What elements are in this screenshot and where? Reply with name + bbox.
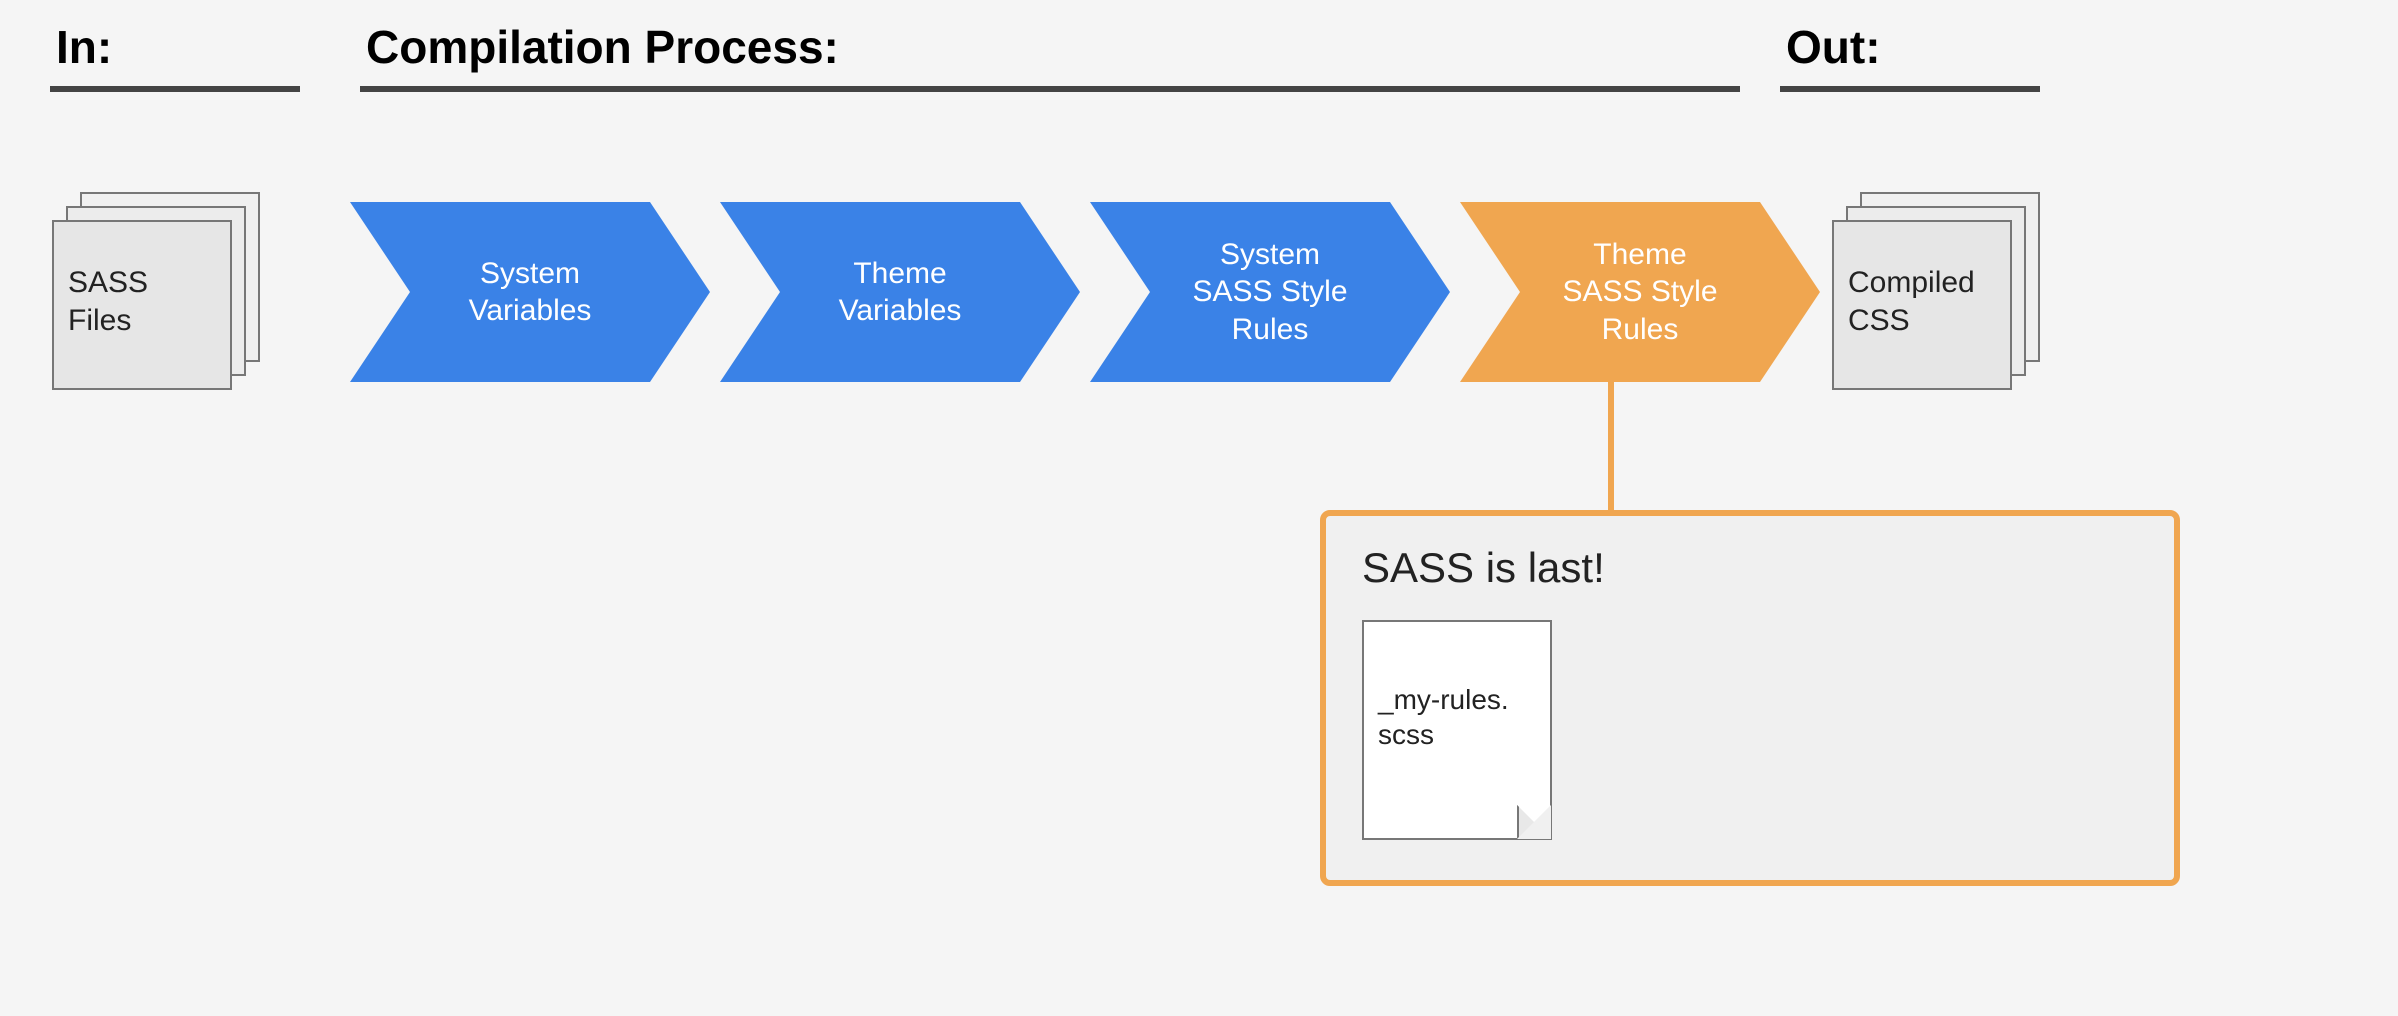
- callout-connector: [1608, 382, 1614, 512]
- file-icon: SASSFiles: [52, 220, 232, 390]
- callout-title: SASS is last!: [1362, 544, 2138, 592]
- header-out-rule: [1780, 86, 2040, 92]
- step-system-variables: SystemVariables: [350, 202, 710, 382]
- header-out-label: Out:: [1780, 20, 2040, 74]
- input-file-stack-icon: SASSFiles: [50, 192, 250, 382]
- step-label: ThemeVariables: [839, 255, 962, 330]
- header-process-label: Compilation Process:: [360, 20, 1740, 74]
- header-in-rule: [50, 86, 300, 92]
- flow-row: SASSFiles SystemVariables ThemeVariables…: [40, 192, 2358, 392]
- page-fold-icon: [1517, 805, 1551, 839]
- header-out: Out:: [1780, 20, 2040, 92]
- document-label: _my-rules.scss: [1378, 682, 1509, 752]
- step-system-sass-rules: SystemSASS StyleRules: [1090, 202, 1450, 382]
- step-label: SystemVariables: [469, 255, 592, 330]
- header-in: In:: [50, 20, 300, 92]
- section-headers: In: Compilation Process: Out:: [50, 20, 2358, 92]
- header-process-rule: [360, 86, 1740, 92]
- document-icon: _my-rules.scss: [1362, 620, 1552, 840]
- header-process: Compilation Process:: [360, 20, 1740, 92]
- header-in-label: In:: [50, 20, 300, 74]
- diagram-root: In: Compilation Process: Out: SASSFiles …: [0, 0, 2398, 1016]
- output-file-label: CompiledCSS: [1848, 264, 1975, 339]
- step-label: ThemeSASS StyleRules: [1562, 236, 1717, 349]
- input-file-label: SASSFiles: [68, 264, 148, 339]
- output-file-stack-icon: CompiledCSS: [1830, 192, 2030, 382]
- step-theme-variables: ThemeVariables: [720, 202, 1080, 382]
- step-label: SystemSASS StyleRules: [1192, 236, 1347, 349]
- file-icon: CompiledCSS: [1832, 220, 2012, 390]
- step-theme-sass-rules: ThemeSASS StyleRules: [1460, 202, 1820, 382]
- callout-box: SASS is last! _my-rules.scss: [1320, 510, 2180, 886]
